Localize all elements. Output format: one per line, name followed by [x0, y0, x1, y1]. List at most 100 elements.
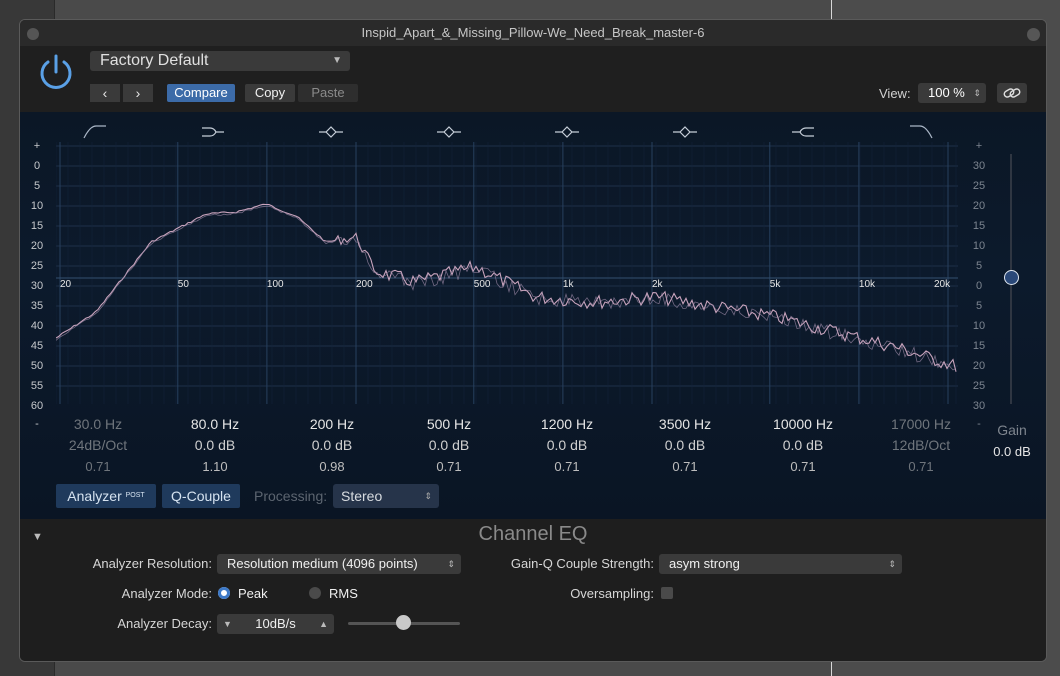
bell-icon[interactable] — [672, 124, 698, 140]
band-frequency[interactable]: 500 Hz — [394, 414, 504, 435]
q-couple-button[interactable]: Q-Couple — [162, 484, 240, 508]
compare-button[interactable]: Compare — [167, 84, 235, 102]
channel-eq-window: Inspid_Apart_&_Missing_Pillow-We_Need_Br… — [19, 19, 1047, 662]
view-label: View: — [879, 86, 911, 101]
low-shelf-icon[interactable] — [200, 124, 226, 140]
right-scale-tick: 15 — [972, 340, 986, 352]
band-q[interactable]: 0.71 — [512, 456, 622, 477]
analyzer-label: Analyzer — [67, 488, 122, 504]
band-q[interactable]: 0.98 — [277, 456, 387, 477]
rms-radio[interactable] — [309, 587, 321, 599]
band-gain[interactable]: 12dB/Oct — [866, 435, 976, 456]
left-scale-tick: 40 — [30, 320, 44, 332]
band-gain[interactable]: 0.0 dB — [394, 435, 504, 456]
band-gain[interactable]: 0.0 dB — [512, 435, 622, 456]
band-8-parameters: 17000 Hz 12dB/Oct 0.71 — [866, 414, 976, 477]
right-scale-tick: 30 — [972, 160, 986, 172]
processing-select[interactable]: Stereo ⇕ — [333, 484, 439, 508]
gain-slider-knob[interactable] — [1004, 270, 1019, 285]
band-frequency[interactable]: 80.0 Hz — [160, 414, 270, 435]
previous-preset-button[interactable]: ‹ — [90, 84, 120, 102]
gain-value[interactable]: 0.0 dB — [987, 444, 1037, 459]
copy-button[interactable]: Copy — [245, 84, 295, 102]
plugin-name: Channel EQ — [478, 523, 588, 545]
view-zoom-select[interactable]: 100 % ⇕ — [918, 83, 986, 103]
band-q[interactable]: 0.71 — [630, 456, 740, 477]
right-scale-tick: 0 — [975, 280, 983, 292]
band-gain[interactable]: 24dB/Oct — [43, 435, 153, 456]
left-scale-tick: + — [33, 140, 41, 152]
band-q[interactable]: 0.71 — [748, 456, 858, 477]
high-shelf-icon[interactable] — [790, 124, 816, 140]
bell-icon[interactable] — [436, 124, 462, 140]
view-zoom-value: 100 % — [928, 85, 965, 100]
eq-graph[interactable] — [56, 142, 958, 404]
link-icon — [1003, 88, 1021, 98]
band-frequency[interactable]: 3500 Hz — [630, 414, 740, 435]
band-gain[interactable]: 0.0 dB — [277, 435, 387, 456]
analyzer-button[interactable]: Analyzer POST — [56, 484, 156, 508]
left-scale-tick: 45 — [30, 340, 44, 352]
band-frequency[interactable]: 1200 Hz — [512, 414, 622, 435]
analyzer-resolution-label: Analyzer Resolution: — [92, 556, 212, 571]
right-scale-tick: 10 — [972, 240, 986, 252]
band-gain[interactable]: 0.0 dB — [160, 435, 270, 456]
band-2-parameters: 80.0 Hz 0.0 dB 1.10 — [160, 414, 270, 477]
peak-radio[interactable] — [218, 587, 230, 599]
right-scale-tick: 25 — [972, 180, 986, 192]
left-scale-tick: 60 — [30, 400, 44, 412]
band-gain[interactable]: 0.0 dB — [748, 435, 858, 456]
gain-label: Gain — [997, 422, 1027, 438]
frequency-label: 20 — [60, 279, 72, 290]
band-frequency[interactable]: 10000 Hz — [748, 414, 858, 435]
left-scale-tick: 20 — [30, 240, 44, 252]
power-icon[interactable] — [36, 52, 76, 92]
band-q[interactable]: 0.71 — [394, 456, 504, 477]
low-cut-icon[interactable] — [82, 124, 108, 140]
left-scale-tick: 30 — [30, 280, 44, 292]
analyzer-curve-right — [56, 205, 957, 371]
title-bar[interactable]: Inspid_Apart_&_Missing_Pillow-We_Need_Br… — [20, 20, 1046, 46]
frequency-label: 500 — [473, 279, 491, 290]
left-scale-tick: 10 — [30, 200, 44, 212]
band-gain[interactable]: 0.0 dB — [630, 435, 740, 456]
link-button[interactable] — [997, 83, 1027, 103]
resize-button[interactable] — [1027, 28, 1040, 41]
band-q[interactable]: 0.71 — [866, 456, 976, 477]
preset-menu[interactable]: Factory Default ▼ — [90, 51, 350, 71]
band-frequency[interactable]: 17000 Hz — [866, 414, 976, 435]
band-4-parameters: 500 Hz 0.0 dB 0.71 — [394, 414, 504, 477]
chevron-updown-icon: ⇕ — [447, 559, 455, 569]
paste-button[interactable]: Paste — [298, 84, 358, 102]
analyzer-resolution-select[interactable]: Resolution medium (4096 points) ⇕ — [217, 554, 461, 574]
next-preset-button[interactable]: › — [123, 84, 153, 102]
left-scale-tick: 25 — [30, 260, 44, 272]
window-title: Inspid_Apart_&_Missing_Pillow-We_Need_Br… — [361, 25, 705, 40]
analyzer-post-badge: POST — [125, 492, 145, 499]
oversampling-label: Oversampling: — [570, 586, 654, 601]
chevron-down-icon: ▼ — [332, 55, 342, 66]
peak-radio-label: Peak — [238, 586, 268, 601]
band-frequency[interactable]: 30.0 Hz — [43, 414, 153, 435]
analyzer-mode-label: Analyzer Mode: — [121, 586, 212, 601]
right-scale-tick: 10 — [972, 320, 986, 332]
band-q[interactable]: 0.71 — [43, 456, 153, 477]
preset-name: Factory Default — [100, 52, 209, 69]
gain-q-couple-strength-select[interactable]: asym strong ⇕ — [659, 554, 902, 574]
band-frequency[interactable]: 200 Hz — [277, 414, 387, 435]
oversampling-checkbox[interactable] — [661, 587, 673, 599]
frequency-label: 20k — [934, 279, 951, 290]
bell-icon[interactable] — [554, 124, 580, 140]
high-cut-icon[interactable] — [908, 124, 934, 140]
processing-value: Stereo — [341, 488, 383, 504]
analyzer-decay-slider-knob[interactable] — [396, 615, 411, 630]
bell-icon[interactable] — [318, 124, 344, 140]
band-7-parameters: 10000 Hz 0.0 dB 0.71 — [748, 414, 858, 477]
left-scale-tick: 50 — [30, 360, 44, 372]
band-q[interactable]: 1.10 — [160, 456, 270, 477]
frequency-label: 10k — [858, 279, 876, 290]
plugin-header: Factory Default ▼ ‹ › Compare Copy Paste… — [20, 46, 1046, 112]
analyzer-decay-stepper[interactable]: ▼ 10dB/s ▲ — [217, 614, 334, 634]
rms-radio-label: RMS — [329, 586, 358, 601]
left-scale-tick: 55 — [30, 380, 44, 392]
